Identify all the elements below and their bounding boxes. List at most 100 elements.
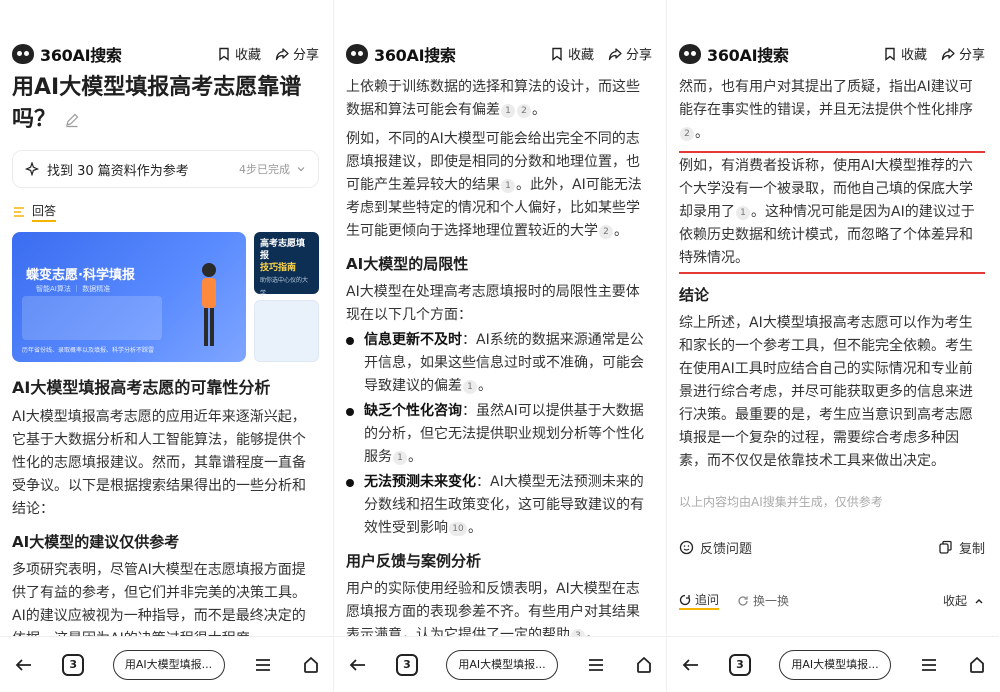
collect-button[interactable]: 收藏 xyxy=(883,44,927,63)
question-text: 用AI大模型填报高考志愿靠谱吗？ xyxy=(12,75,302,132)
collapse-button[interactable]: 收起 xyxy=(943,592,985,609)
bullet-title: 无法预测未来变化 xyxy=(364,474,476,490)
app-logo: 360AI搜索 xyxy=(346,42,456,66)
share-label: 分享 xyxy=(292,48,319,63)
answer-icon xyxy=(14,207,24,217)
back-arrow-icon[interactable] xyxy=(681,655,701,675)
citation-badge[interactable]: 1 xyxy=(736,206,750,220)
home-icon[interactable] xyxy=(301,655,321,675)
paragraph-doubts: 然而，也有用户对其提出了质疑，指出AI建议可能存在事实性的错误，并且无法提供个性… xyxy=(679,79,973,141)
answer-content: 上依赖于训练数据的选择和算法的设计，而这些数据和算法可能会有偏差 1 2。 例如，不… xyxy=(346,72,652,636)
share-button[interactable]: 分享 xyxy=(941,44,985,63)
bookmark-icon xyxy=(552,47,562,61)
top-bar: 360AI搜索 收藏 分享 xyxy=(334,0,666,72)
follow-up-label: 追问 xyxy=(695,593,720,607)
citation-badge[interactable]: 2 xyxy=(599,225,613,239)
citation-badge[interactable]: 1 xyxy=(463,380,477,394)
ai-disclaimer: 以上内容均由AI搜集并生成，仅供参考 xyxy=(679,495,883,509)
sparkle-icon xyxy=(25,162,39,176)
feedback-label: 反馈问题 xyxy=(700,542,753,557)
paragraph-text: 上依赖于训练数据的选择和算法的设计，而这些数据和算法可能会有偏差 xyxy=(346,79,640,118)
collect-label: 收藏 xyxy=(900,48,927,63)
chevron-up-icon xyxy=(975,598,983,603)
app-name: 360AI搜索 xyxy=(374,46,456,65)
home-icon[interactable] xyxy=(634,655,654,675)
references-box[interactable]: 找到 30 篇资料作为参考 4步已完成 xyxy=(12,150,319,188)
bullet-item: 缺乏个性化咨询：虽然AI可以提供基于大数据的分析，但它无法提供职业规划分析等个性… xyxy=(346,400,652,469)
feedback-heading: 用户反馈与案例分析 xyxy=(346,552,482,570)
current-tab-pill[interactable]: 用AI大模型填报... xyxy=(779,649,891,680)
follow-up-button[interactable]: 追问 xyxy=(679,591,720,610)
logo-mark-icon xyxy=(679,44,701,64)
card-footer: 历年省份线、录取概率以及填报、科学分析不踩雷 xyxy=(22,347,155,354)
person-illustration xyxy=(202,263,216,346)
bottom-nav: 3 用AI大模型填报... xyxy=(0,636,333,692)
collapse-label: 收起 xyxy=(942,594,967,608)
menu-icon[interactable] xyxy=(919,655,939,675)
collect-button[interactable]: 收藏 xyxy=(217,44,261,63)
tab-count-button[interactable]: 3 xyxy=(62,653,85,676)
current-tab-pill[interactable]: 用AI大模型填报... xyxy=(112,649,225,680)
citation-badge[interactable]: 3 xyxy=(571,629,585,636)
home-icon[interactable] xyxy=(967,655,987,675)
bullet-dot xyxy=(346,408,354,416)
share-label: 分享 xyxy=(958,48,985,63)
collect-label: 收藏 xyxy=(234,48,261,63)
feedback-row: 反馈问题 复制 xyxy=(679,538,985,557)
section-heading: AI大模型填报高考志愿的可靠性分析 xyxy=(12,378,271,397)
highlighted-excerpt: 例如，有消费者投诉称，使用AI大模型推荐的六个大学没有一个被录取，而他自己填的保… xyxy=(679,151,985,274)
answer-label: 回答 xyxy=(32,202,57,222)
back-arrow-icon[interactable] xyxy=(14,655,34,675)
bullet-dot xyxy=(346,337,354,345)
feedback-button[interactable]: 反馈问题 xyxy=(679,538,752,557)
guide-line2: 技巧指南 xyxy=(260,263,297,273)
answer-content: 用AI大模型填报高考志愿靠谱吗？ 找到 30 篇资料作为参考 4步已完成 回答 … xyxy=(12,72,319,636)
limitation-intro: AI大模型在处理高考志愿填报时的局限性主要体现在以下几个方面： xyxy=(346,284,640,323)
screenshot-image-card[interactable] xyxy=(254,300,319,362)
bookmark-icon xyxy=(219,47,229,61)
citation-badge[interactable]: 10 xyxy=(449,522,467,536)
citation-badge[interactable]: 2 xyxy=(680,127,694,141)
refresh-icon xyxy=(738,595,748,606)
logo-mark-icon xyxy=(12,44,34,64)
refresh-button[interactable]: 换一换 xyxy=(737,592,789,609)
guide-image-card[interactable]: 高考志愿填报 技巧指南 助你选中心仪的大学 xyxy=(254,232,319,297)
share-button[interactable]: 分享 xyxy=(608,44,652,63)
subsection-paragraph: 多项研究表明，尽管AI大模型在志愿填报方面提供了有益的参考，但它们并非完美的决策… xyxy=(12,562,306,636)
back-arrow-icon[interactable] xyxy=(348,655,368,675)
share-icon xyxy=(275,47,289,60)
share-icon xyxy=(608,47,622,60)
menu-icon[interactable] xyxy=(253,655,273,675)
chart-graphic xyxy=(22,296,162,340)
top-bar: 360AI搜索 收藏 分享 xyxy=(667,0,999,72)
citation-badge[interactable]: 1 xyxy=(501,104,515,118)
smiley-icon xyxy=(679,540,694,555)
limitation-heading: AI大模型的局限性 xyxy=(346,255,469,273)
collect-button[interactable]: 收藏 xyxy=(550,44,594,63)
paragraph-text: 用户的实际使用经验和反馈表明，AI大模型在志愿填报方面的表现参差不齐。有些用户对… xyxy=(346,581,640,636)
tab-count-button[interactable]: 3 xyxy=(396,653,418,676)
citation-badge[interactable]: 2 xyxy=(517,104,531,118)
citation-badge[interactable]: 1 xyxy=(393,451,407,465)
tab-count-button[interactable]: 3 xyxy=(729,653,751,676)
citation-badge[interactable]: 1 xyxy=(501,179,515,193)
chevron-down-icon xyxy=(297,167,305,172)
share-button[interactable]: 分享 xyxy=(275,44,319,63)
answer-tag: 回答 xyxy=(12,202,319,222)
promo-image-card[interactable]: 蝶变志愿·科学填报 智能AI算法 ｜ 数据精准 历年省份线、录取概率以及填报、科… xyxy=(12,232,246,362)
card-title: 蝶变志愿·科学填报 xyxy=(26,268,135,283)
guide-line1: 高考志愿填报 xyxy=(260,239,306,261)
bullet-title: 缺乏个性化咨询 xyxy=(364,403,462,419)
app-name: 360AI搜索 xyxy=(40,46,122,65)
phone-screen-1: 360AI搜索 收藏 分享 用AI大模型填报高考志愿靠谱吗？ 找到 30 篇资料… xyxy=(0,0,333,692)
side-cards: 高考志愿填报 技巧指南 助你选中心仪的大学 xyxy=(254,232,319,362)
bullet-item: 无法预测未来变化：AI大模型无法预测未来的分数线和招生政策变化，这可能导致建议的… xyxy=(346,471,652,540)
edit-icon[interactable] xyxy=(64,112,80,128)
menu-icon[interactable] xyxy=(586,655,606,675)
copy-button[interactable]: 复制 xyxy=(938,538,985,557)
phone-screen-2: 360AI搜索 收藏 分享 上依赖于训练数据的选择和算法的设计，而这些数据和算法… xyxy=(333,0,666,692)
share-label: 分享 xyxy=(625,48,652,63)
bottom-nav: 3 用AI大模型填报... xyxy=(667,636,999,692)
current-tab-pill[interactable]: 用AI大模型填报... xyxy=(446,649,558,680)
bullet-item: 信息更新不及时：AI系统的数据来源通常是公开信息，如果这些信息过时或不准确，可能… xyxy=(346,329,652,398)
